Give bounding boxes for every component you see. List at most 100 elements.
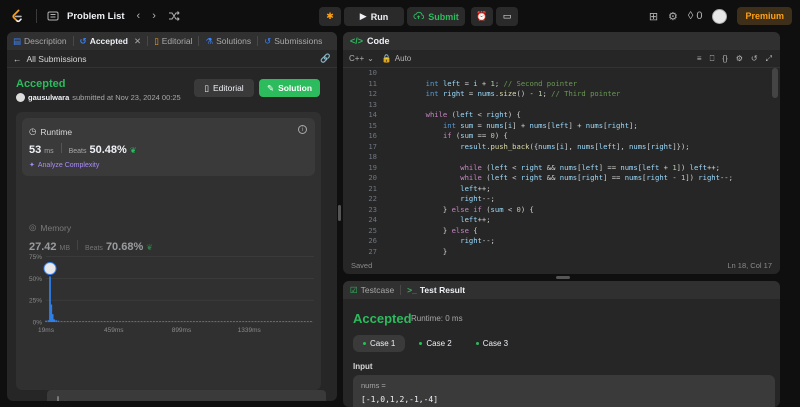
- code-editor[interactable]: 10 11 int left = i + 1; // Second pointer…: [343, 68, 780, 256]
- tab-description[interactable]: ▤ Description: [13, 36, 67, 47]
- chevron-right-icon[interactable]: ›: [152, 10, 156, 22]
- code-text[interactable]: while (left < right && nums[left] == num…: [391, 163, 720, 174]
- runtime-distribution-chart[interactable]: 75% 50% 25% 0%19ms 459ms 899ms 1339ms: [16, 242, 321, 392]
- problem-list-link[interactable]: Problem List: [67, 11, 125, 22]
- code-line[interactable]: 17 result.push_back({nums[i], nums[left]…: [343, 142, 780, 153]
- tab-editorial[interactable]: ▯ Editorial: [154, 36, 192, 47]
- leetcode-logo-icon[interactable]: [8, 7, 26, 25]
- code-text[interactable]: while (left < right) {: [391, 110, 521, 121]
- layout-grid-icon[interactable]: ⊞: [649, 10, 658, 23]
- editorial-button[interactable]: ▯ Editorial: [194, 79, 254, 97]
- code-line[interactable]: 13: [343, 100, 780, 111]
- code-line[interactable]: 10: [343, 68, 780, 79]
- code-text[interactable]: if (sum == 0) {: [391, 131, 508, 142]
- histogram-bar: [156, 321, 158, 322]
- shuffle-icon[interactable]: [168, 10, 180, 22]
- list-icon[interactable]: [47, 10, 59, 22]
- tab-accepted[interactable]: ↺ Accepted ✕: [80, 36, 142, 47]
- code-line[interactable]: 23 } else if (sum < 0) {: [343, 205, 780, 216]
- pass-dot: [363, 342, 366, 345]
- solution-button[interactable]: ✎ Solution: [259, 79, 320, 97]
- language-select[interactable]: C++ ⌄: [349, 54, 374, 63]
- premium-button[interactable]: Premium: [737, 7, 792, 25]
- code-line[interactable]: 19 while (left < right && nums[left] == …: [343, 163, 780, 174]
- tab-submissions[interactable]: ↺ Submissions: [264, 36, 322, 47]
- code-text[interactable]: right--;: [391, 236, 495, 247]
- panel-resize-handle[interactable]: [338, 205, 341, 221]
- code-line[interactable]: 21 left++;: [343, 184, 780, 195]
- info-icon[interactable]: i: [298, 125, 307, 134]
- code-line[interactable]: 18: [343, 152, 780, 163]
- histogram-bar: [266, 321, 269, 322]
- y-tick-label: 0%: [33, 320, 43, 327]
- code-text[interactable]: } else {: [391, 226, 478, 237]
- chip-icon: ◎: [29, 222, 37, 232]
- code-line[interactable]: 16 if (sum == 0) {: [343, 131, 780, 142]
- histogram-bar: [189, 321, 192, 322]
- braces-icon[interactable]: {}: [722, 54, 727, 64]
- submit-button[interactable]: Submit: [407, 7, 465, 26]
- link-icon[interactable]: 🔗: [320, 53, 331, 64]
- code-text[interactable]: int right = nums.size() - 1; // Third po…: [391, 89, 621, 100]
- avatar[interactable]: [712, 8, 728, 24]
- analyze-complexity-link[interactable]: ✦ Analyze Complexity: [29, 161, 99, 170]
- notes-button[interactable]: ▭: [496, 7, 518, 26]
- code-line[interactable]: 11 int left = i + 1; // Second pointer: [343, 79, 780, 90]
- histogram-bar: [273, 321, 275, 322]
- histogram-bar: [140, 321, 143, 322]
- case-3-tab[interactable]: Case 3: [466, 335, 518, 352]
- code-text[interactable]: int left = i + 1; // Second pointer: [391, 79, 577, 90]
- histogram-bar: [159, 321, 161, 322]
- format-icon[interactable]: ≡: [697, 54, 702, 64]
- editor-scrollbar[interactable]: [772, 68, 778, 98]
- chart-range-scroller[interactable]: 19ms459ms899ms1339ms: [47, 390, 326, 401]
- bookmark-icon[interactable]: ⎕: [710, 54, 715, 64]
- coin-counter[interactable]: ◊ 0: [688, 10, 703, 22]
- gear-icon[interactable]: ⚙: [668, 10, 678, 23]
- code-line[interactable]: 14 while (left < right) {: [343, 110, 780, 121]
- code-text[interactable]: int sum = nums[i] + nums[left] + nums[ri…: [391, 121, 638, 132]
- case-2-tab[interactable]: Case 2: [409, 335, 461, 352]
- code-line[interactable]: 24 left++;: [343, 215, 780, 226]
- code-text[interactable]: left++;: [391, 215, 490, 226]
- username[interactable]: gausulwara: [28, 93, 69, 102]
- tab-solutions[interactable]: ⚗ Solutions: [205, 36, 251, 47]
- chevron-left-icon[interactable]: ‹: [137, 10, 141, 22]
- code-line[interactable]: 12 int right = nums.size() - 1; // Third…: [343, 89, 780, 100]
- test-result-panel: ☑ Testcase >_ Test Result Accepted Runtime…: [343, 281, 780, 407]
- histogram-bar: [202, 321, 205, 322]
- run-button[interactable]: ▶ Run: [344, 7, 404, 26]
- tab-testcase[interactable]: ☑ Testcase: [350, 285, 394, 296]
- settings-icon[interactable]: ⚙: [736, 54, 743, 64]
- histogram-bar: [168, 321, 171, 322]
- code-text[interactable]: right--;: [391, 194, 495, 205]
- close-icon[interactable]: ✕: [134, 36, 141, 47]
- memory-tab[interactable]: ◎ Memory: [29, 222, 71, 233]
- expand-icon[interactable]: ⤢: [766, 54, 772, 64]
- histogram-bar: [47, 320, 50, 322]
- tab-code[interactable]: Code: [367, 36, 390, 46]
- code-text[interactable]: } else if (sum < 0) {: [391, 205, 534, 216]
- runtime-beats-value: 50.48%: [89, 144, 127, 156]
- x-tick-label: 899ms: [172, 327, 192, 334]
- debug-button[interactable]: ✱: [319, 7, 341, 26]
- case-1-tab[interactable]: Case 1: [353, 335, 406, 352]
- code-line[interactable]: 25 } else {: [343, 226, 780, 237]
- document-icon: ▤: [13, 35, 22, 46]
- code-line[interactable]: 26 right--;: [343, 236, 780, 247]
- code-text[interactable]: result.push_back({nums[i], nums[left], n…: [391, 142, 689, 153]
- runtime-card[interactable]: ◷ Runtime i 53 ms Beats 50.48% ❦ ✦ Analyze…: [22, 118, 315, 176]
- autosave-toggle[interactable]: 🔒 Auto: [382, 54, 411, 63]
- reset-icon[interactable]: ↺: [751, 54, 758, 64]
- code-line[interactable]: 15 int sum = nums[i] + nums[left] + nums…: [343, 121, 780, 132]
- all-submissions-link[interactable]: ← All Submissions: [13, 54, 87, 64]
- line-number: 22: [368, 194, 377, 203]
- tab-test-result[interactable]: >_ Test Result: [407, 285, 465, 295]
- code-line[interactable]: 22 right--;: [343, 194, 780, 205]
- timer-button[interactable]: ⏰: [471, 7, 493, 26]
- code-text[interactable]: while (left < right && nums[right] == nu…: [391, 173, 733, 184]
- line-number: 24: [368, 215, 377, 224]
- panel-resize-handle[interactable]: [556, 276, 570, 279]
- code-text[interactable]: left++;: [391, 184, 490, 195]
- code-line[interactable]: 20 while (left < right && nums[right] ==…: [343, 173, 780, 184]
